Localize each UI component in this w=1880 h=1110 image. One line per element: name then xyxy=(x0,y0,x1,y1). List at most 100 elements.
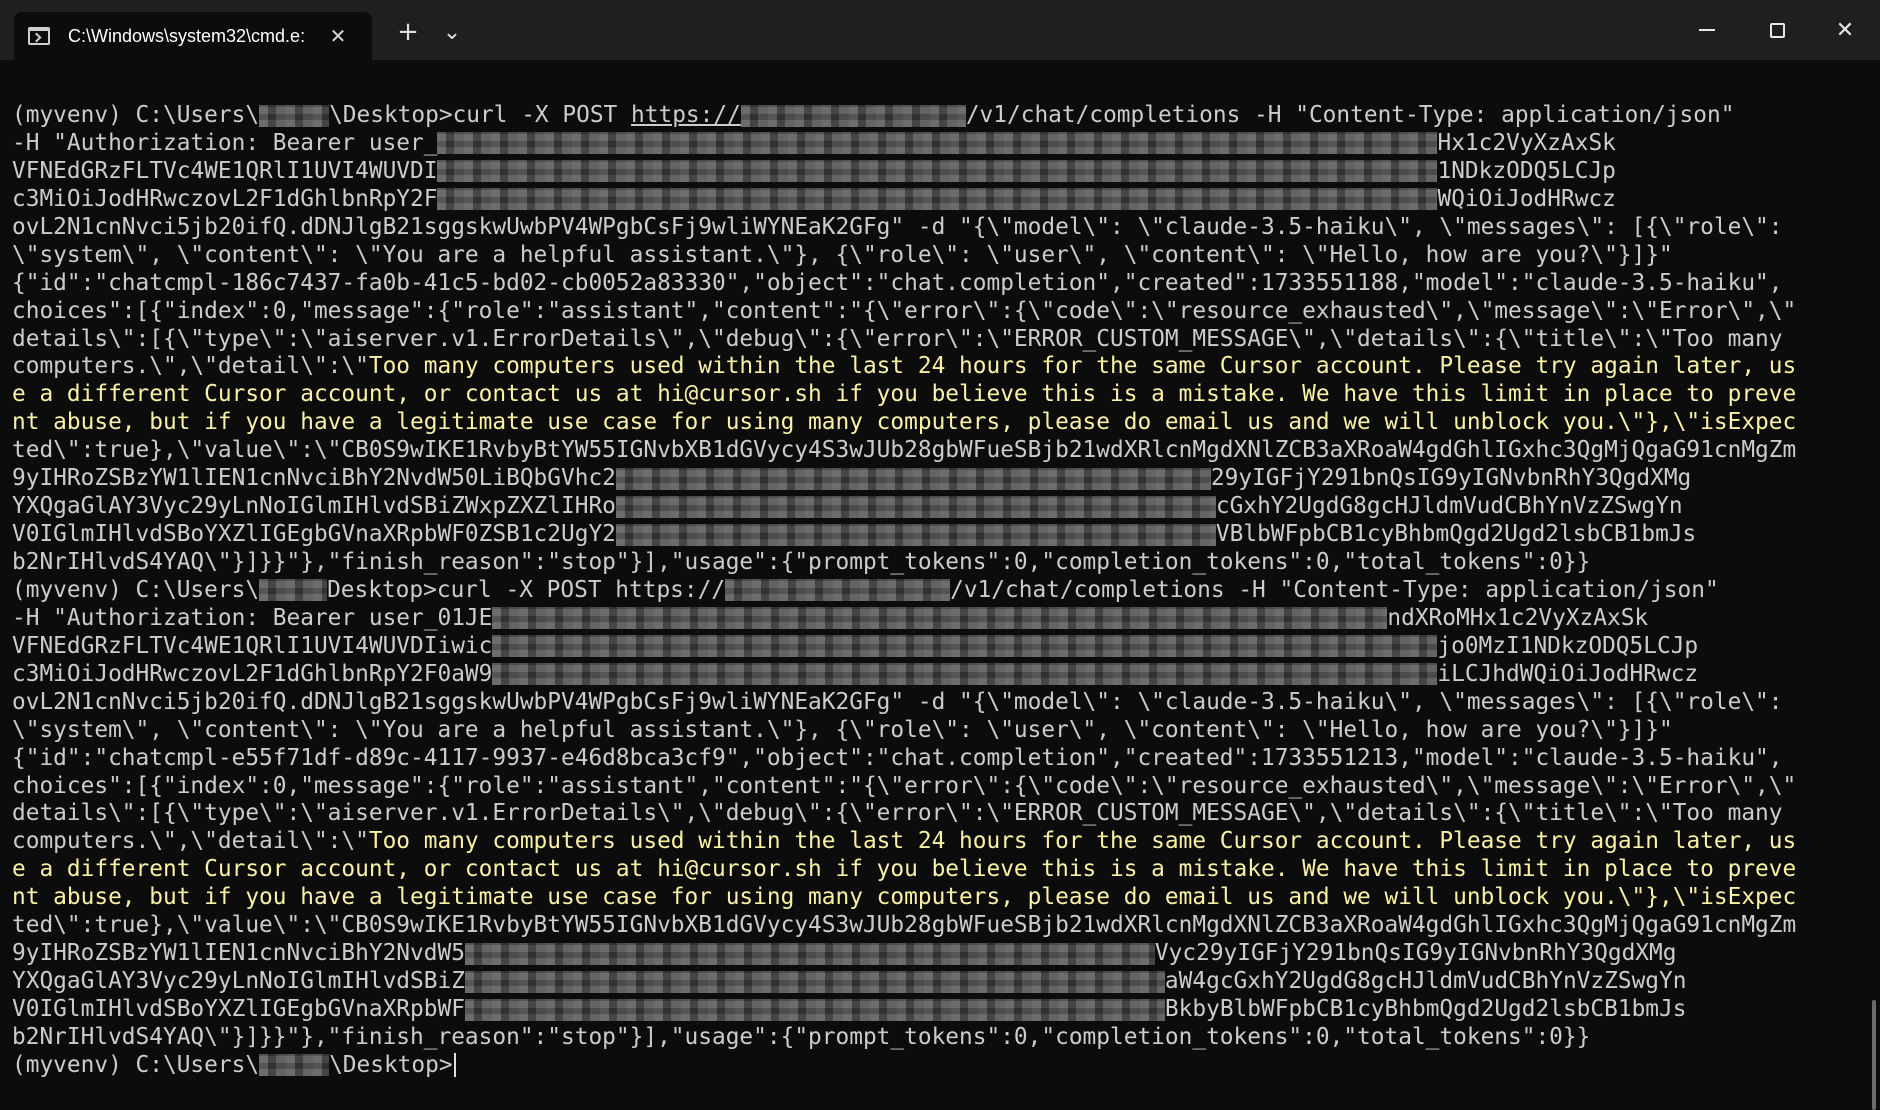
terminal-text: b2NrIHlvdS4YAQ\"}]}}"},"finish_reason":"… xyxy=(12,549,1591,575)
redacted-block xyxy=(464,998,1165,1021)
terminal-line: details\":[{\"type\":\"aiserver.v1.Error… xyxy=(12,326,1796,354)
terminal-text: nt abuse, but if you have a legitimate u… xyxy=(12,884,1797,911)
terminal-line: {"id":"chatcmpl-186c7437-fa0b-41c5-bd02-… xyxy=(12,270,1796,298)
terminal-text: VBlbWFpbCB1cyBhbmQgd2Ugd2lsbCB1bmJs xyxy=(1215,521,1697,548)
terminal-line: c3MiOiJodHRwczovL2F1dGhlbnRpY2F WQiOiJodH… xyxy=(12,186,1796,214)
redacted-block xyxy=(492,635,1438,658)
terminal-line: \"system\", \"content\": \"You are a hel… xyxy=(12,242,1796,270)
terminal-text: -H "Authorization: Bearer user_01JE xyxy=(12,604,493,631)
minimize-icon xyxy=(1699,29,1715,31)
terminal-line: b2NrIHlvdS4YAQ\"}]}}"},"finish_reason":"… xyxy=(12,1024,1796,1052)
terminal-text: {"id":"chatcmpl-186c7437-fa0b-41c5-bd02-… xyxy=(12,269,1783,296)
terminal-text: YXQgaGlAY3Vyc29yLnNoIGlmIHlvdSBiZWxpZXZl… xyxy=(12,493,616,520)
terminal-text: VFNEdGRzFLTVc4WE1QRlI1UVI4WUVDI xyxy=(12,157,438,184)
redacted-block xyxy=(615,495,1216,518)
terminal-lines: (myvenv) C:\Users\ \Desktop>curl -X POST … xyxy=(12,102,1796,1080)
terminal-text: computers.\",\"detail\":\" xyxy=(12,353,369,380)
terminal-text: -H "Authorization: Bearer user_ xyxy=(12,129,438,156)
terminal-line: ovL2N1cnNvci5jb20ifQ.dDNJlgB21sggskwUwbP… xyxy=(12,689,1796,717)
terminal-text: \Desktop>curl -X POST xyxy=(329,102,632,128)
terminal-text: 9yIHRoZSBzYW1lIEN1cnNvciBhY2NvdW5 xyxy=(12,940,465,967)
terminal-text: /v1/chat/completions -H "Content-Type: a… xyxy=(950,576,1719,603)
terminal-text: jo0MzI1NDkzODQ5LCJp xyxy=(1437,632,1699,659)
redacted-block xyxy=(615,467,1211,490)
redacted-block xyxy=(464,942,1155,965)
terminal-text: ovL2N1cnNvci5jb20ifQ.dDNJlgB21sggskwUwbP… xyxy=(12,213,1783,240)
terminal-text: (myvenv) C:\Users\ xyxy=(12,102,260,128)
redacted-block xyxy=(259,579,328,602)
terminal-line: e a different Cursor account, or contact… xyxy=(12,856,1796,884)
terminal-line: YXQgaGlAY3Vyc29yLnNoIGlmIHlvdSBiZ aW4gcGx… xyxy=(12,968,1796,996)
terminal-line: b2NrIHlvdS4YAQ\"}]}}"},"finish_reason":"… xyxy=(12,549,1796,577)
redacted-block xyxy=(437,132,1438,155)
terminal-text: e a different Cursor account, or contact… xyxy=(12,381,1797,408)
terminal-text: nt abuse, but if you have a legitimate u… xyxy=(12,409,1797,436)
terminal-text: Desktop>curl -X POST https:// xyxy=(327,576,726,603)
terminal-text: Hx1c2VyXzAxSk xyxy=(1437,129,1616,156)
terminal-text: V0IGlmIHlvdSBoYXZlIGEgbGVnaXRpbWF xyxy=(12,996,465,1022)
terminal-line: (myvenv) C:\Users\ \Desktop> xyxy=(12,1052,1796,1080)
terminal-line: e a different Cursor account, or contact… xyxy=(12,381,1796,409)
terminal-text: V0IGlmIHlvdSBoYXZlIGEgbGVnaXRpbWF0ZSB1c2… xyxy=(12,521,616,548)
terminal-line: 9yIHRoZSBzYW1lIEN1cnNvciBhY2NvdW5 Vyc29yI… xyxy=(12,940,1796,968)
terminal-output[interactable]: (myvenv) C:\Users\ \Desktop>curl -X POST … xyxy=(0,60,1880,1110)
terminal-text: \"system\", \"content\": \"You are a hel… xyxy=(12,716,1673,743)
redacted-block xyxy=(437,188,1438,211)
terminal-line: V0IGlmIHlvdSBoYXZlIGEgbGVnaXRpbWF BkbyBlb… xyxy=(12,996,1796,1024)
redacted-block xyxy=(492,663,1438,686)
terminal-icon xyxy=(28,27,50,45)
terminal-line: computers.\",\"detail\":\"Too many compu… xyxy=(12,353,1796,381)
terminal-text: e a different Cursor account, or contact… xyxy=(12,856,1797,883)
terminal-line: details\":[{\"type\":\"aiserver.v1.Error… xyxy=(12,800,1796,828)
terminal-text: (myvenv) C:\Users\ xyxy=(12,576,260,603)
maximize-button[interactable] xyxy=(1742,8,1812,52)
terminal-text: \Desktop> xyxy=(329,1051,453,1078)
terminal-text: ndXRoMHx1c2VyXzAxSk xyxy=(1387,604,1649,631)
redacted-block xyxy=(615,523,1216,546)
terminal-line: -H "Authorization: Bearer user_01JE ndXRo… xyxy=(12,605,1796,633)
close-tab-icon[interactable]: ✕ xyxy=(326,24,350,48)
minimize-button[interactable] xyxy=(1672,8,1742,52)
scrollbar[interactable] xyxy=(1872,1000,1876,1110)
terminal-line: choices":[{"index":0,"message":{"role":"… xyxy=(12,298,1796,326)
terminal-text: details\":[{\"type\":\"aiserver.v1.Error… xyxy=(12,800,1783,827)
terminal-text: 29yIGFjY291bnQsIG9yIGNvbnRhY3QgdXMg xyxy=(1210,465,1692,492)
terminal-text: 1NDkzODQ5LCJp xyxy=(1437,157,1616,184)
terminal-text: https:// xyxy=(631,102,741,128)
terminal-text: -H "Content-Type: application/json" xyxy=(1240,102,1735,128)
terminal-text: computers.\",\"detail\":\" xyxy=(12,828,369,855)
terminal-text: b2NrIHlvdS4YAQ\"}]}}"},"finish_reason":"… xyxy=(12,1023,1591,1050)
redacted-block xyxy=(259,1054,330,1077)
terminal-text: (myvenv) C:\Users\ xyxy=(12,1051,260,1078)
terminal-line: VFNEdGRzFLTVc4WE1QRlI1UVI4WUVDIiwic jo0Mz… xyxy=(12,633,1796,661)
chevron-down-icon[interactable]: ⌄ xyxy=(432,14,472,50)
redacted-block xyxy=(259,104,330,127)
terminal-text: 9yIHRoZSBzYW1lIEN1cnNvciBhY2NvdW50LiBQbG… xyxy=(12,465,616,492)
terminal-line: -H "Authorization: Bearer user_ Hx1c2VyXz… xyxy=(12,130,1796,158)
terminal-text: WQiOiJodHRwcz xyxy=(1437,185,1616,212)
terminal-text: cGxhY2UgdG8gcHJldmVudCBhYnVzZSwgYn xyxy=(1215,493,1683,520)
terminal-tab[interactable]: C:\Windows\system32\cmd.e: ✕ xyxy=(14,12,372,60)
terminal-line: (myvenv) C:\Users\ Desktop>curl -X POST h… xyxy=(12,577,1796,605)
tab-title: C:\Windows\system32\cmd.e: xyxy=(68,25,306,46)
terminal-line: (myvenv) C:\Users\ \Desktop>curl -X POST … xyxy=(12,102,1796,130)
terminal-text: iLCJhdWQiOiJodHRwcz xyxy=(1437,660,1699,687)
new-tab-button[interactable]: + xyxy=(388,14,428,50)
terminal-text: c3MiOiJodHRwczovL2F1dGhlbnRpY2F xyxy=(12,185,438,212)
close-window-button[interactable]: ✕ xyxy=(1810,8,1880,52)
terminal-text: YXQgaGlAY3Vyc29yLnNoIGlmIHlvdSBiZ xyxy=(12,968,465,995)
terminal-text: ted\":true},\"value\":\"CB0S9wIKE1RvbyBt… xyxy=(12,912,1797,939)
redacted-block xyxy=(740,104,966,127)
terminal-line: YXQgaGlAY3Vyc29yLnNoIGlmIHlvdSBiZWxpZXZl… xyxy=(12,493,1796,521)
terminal-text: VFNEdGRzFLTVc4WE1QRlI1UVI4WUVDIiwic xyxy=(12,632,493,659)
terminal-text: /v1/chat/completions xyxy=(965,102,1241,128)
terminal-text: Too many computers used within the last … xyxy=(368,353,1797,380)
redacted-block xyxy=(725,579,951,602)
terminal-line: VFNEdGRzFLTVc4WE1QRlI1UVI4WUVDI 1NDkzODQ5… xyxy=(12,158,1796,186)
terminal-line: computers.\",\"detail\":\"Too many compu… xyxy=(12,828,1796,856)
terminal-text: choices":[{"index":0,"message":{"role":"… xyxy=(12,297,1797,324)
maximize-icon xyxy=(1769,22,1785,38)
terminal-line: ovL2N1cnNvci5jb20ifQ.dDNJlgB21sggskwUwbP… xyxy=(12,214,1796,242)
redacted-block xyxy=(437,160,1438,183)
terminal-line: {"id":"chatcmpl-e55f71df-d89c-4117-9937-… xyxy=(12,745,1796,773)
